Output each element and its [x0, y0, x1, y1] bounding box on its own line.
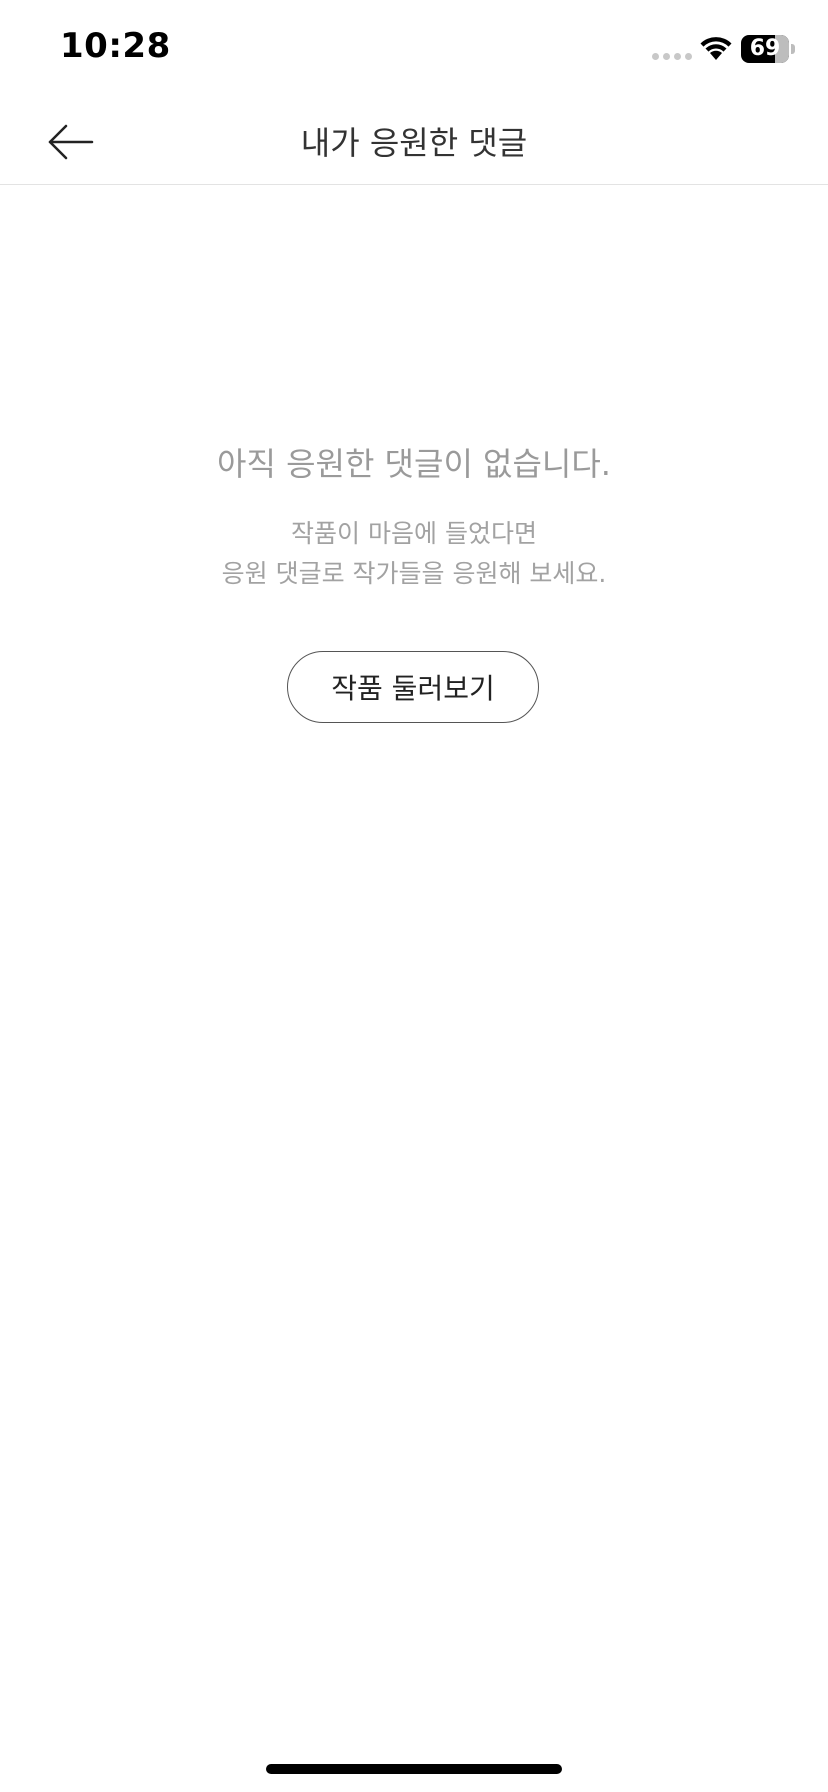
navigation-bar: 내가 응원한 댓글 — [0, 100, 828, 185]
empty-state-description-line: 작품이 마음에 들었다면 — [291, 519, 537, 548]
empty-state: 아직 응원한 댓글이 없습니다. 작품이 마음에 들었다면 응원 댓글로 작가들… — [0, 440, 828, 594]
wifi-icon — [700, 37, 732, 60]
empty-state-description: 작품이 마음에 들었다면 응원 댓글로 작가들을 응원해 보세요. — [0, 514, 828, 594]
status-bar: 10:28 69 — [0, 0, 828, 100]
empty-state-title: 아직 응원한 댓글이 없습니다. — [217, 445, 611, 483]
battery-level: 69 — [749, 36, 781, 61]
battery-icon: 69 — [741, 35, 789, 63]
empty-state-description-line: 응원 댓글로 작가들을 응원해 보세요. — [221, 559, 607, 588]
browse-works-button[interactable]: 작품 둘러보기 — [287, 651, 539, 723]
home-indicator — [266, 1764, 562, 1774]
battery-nub — [791, 44, 795, 54]
page-title: 내가 응원한 댓글 — [300, 124, 528, 162]
signal-dots-icon — [652, 53, 692, 60]
status-time: 10:28 — [60, 26, 171, 66]
